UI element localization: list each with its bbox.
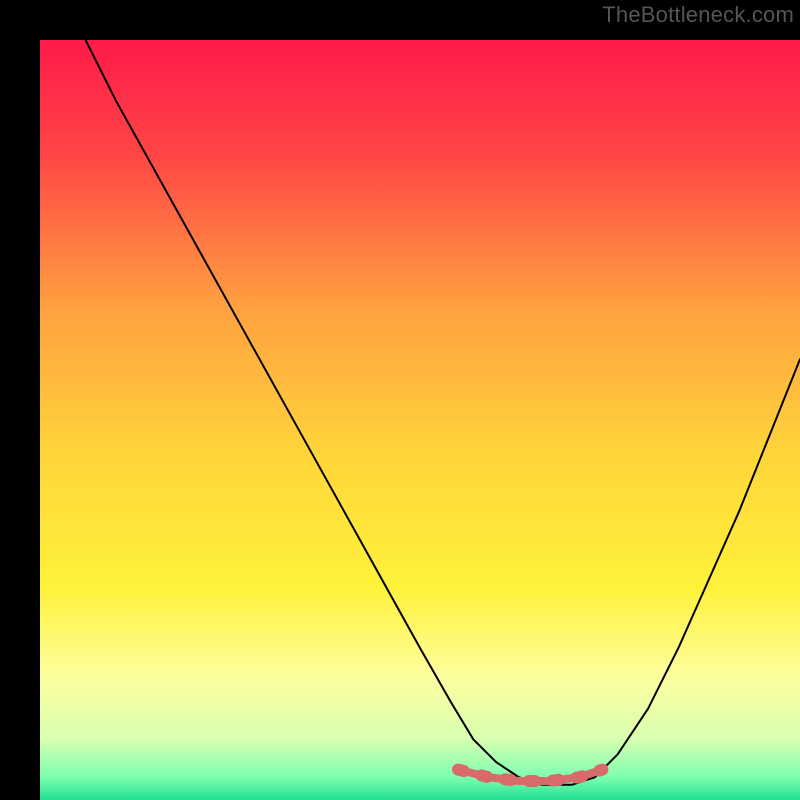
gradient-background <box>40 40 800 800</box>
chart-frame <box>20 20 780 780</box>
chart-canvas <box>40 40 800 800</box>
watermark-text: TheBottleneck.com <box>602 2 794 28</box>
